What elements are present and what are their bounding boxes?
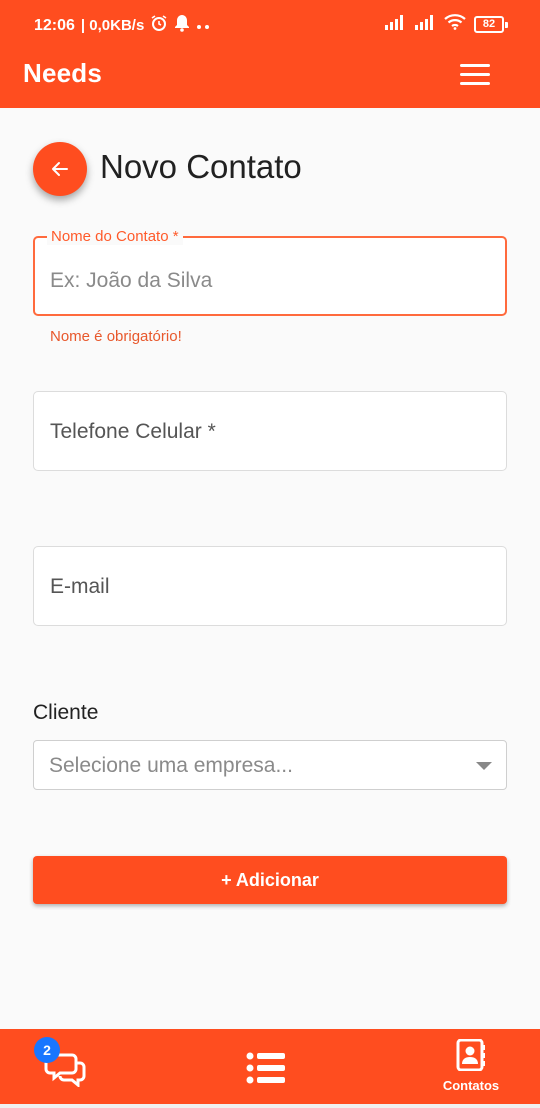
battery-level: 82	[474, 16, 504, 33]
arrow-left-icon	[52, 162, 68, 176]
nav-chat-button[interactable]: 2	[34, 1037, 90, 1089]
contact-name-placeholder: Ex: João da Silva	[50, 269, 213, 292]
status-bar: 12:06 | 0,0KB/s 82	[0, 0, 540, 50]
contact-book-icon	[456, 1038, 485, 1072]
phone-placeholder: Telefone Celular *	[50, 420, 216, 443]
nav-list-button[interactable]	[246, 1051, 286, 1085]
chat-badge: 2	[34, 1037, 60, 1063]
list-icon	[246, 1052, 285, 1084]
contact-name-label: Nome do Contato *	[47, 229, 183, 245]
battery-icon: 82	[474, 16, 508, 33]
gesture-bar-area	[0, 1104, 540, 1108]
client-select[interactable]: Selecione uma empresa...	[33, 740, 507, 790]
app-title: Needs	[23, 58, 103, 88]
battery-tip	[505, 21, 508, 28]
add-button[interactable]: + Adicionar	[33, 856, 507, 904]
more-dots-icon	[196, 17, 212, 35]
signal-icon-2	[414, 14, 436, 35]
dropdown-caret-icon	[476, 762, 492, 770]
back-button[interactable]	[33, 142, 87, 196]
wifi-icon	[444, 14, 466, 35]
email-placeholder: E-mail	[50, 575, 110, 598]
menu-line	[460, 82, 490, 85]
client-select-placeholder: Selecione uma empresa...	[49, 754, 293, 777]
hamburger-menu-button[interactable]	[460, 64, 490, 88]
menu-line	[460, 64, 490, 67]
status-left: 12:06 | 0,0KB/s	[34, 14, 212, 37]
network-speed: | 0,0KB/s	[80, 17, 145, 34]
status-time: 12:06	[34, 16, 75, 34]
page-title: Novo Contato	[100, 148, 302, 185]
alarm-icon	[150, 14, 168, 37]
client-label: Cliente	[33, 701, 99, 724]
contact-name-error: Nome é obrigatório!	[50, 328, 182, 345]
email-field[interactable]: E-mail	[33, 546, 507, 626]
bottom-nav: 2 Contatos	[0, 1029, 540, 1108]
contact-name-field[interactable]: Nome do Contato * Ex: João da Silva	[33, 229, 507, 316]
phone-field[interactable]: Telefone Celular *	[33, 391, 507, 471]
signal-icon	[384, 14, 406, 35]
nav-contacts-label: Contatos	[442, 1078, 500, 1093]
notification-bell-icon	[174, 14, 190, 37]
app-header: 12:06 | 0,0KB/s 82 Needs	[0, 0, 540, 108]
nav-contacts-button[interactable]: Contatos	[436, 1038, 506, 1099]
status-right: 82	[384, 14, 508, 35]
menu-line	[460, 73, 490, 76]
